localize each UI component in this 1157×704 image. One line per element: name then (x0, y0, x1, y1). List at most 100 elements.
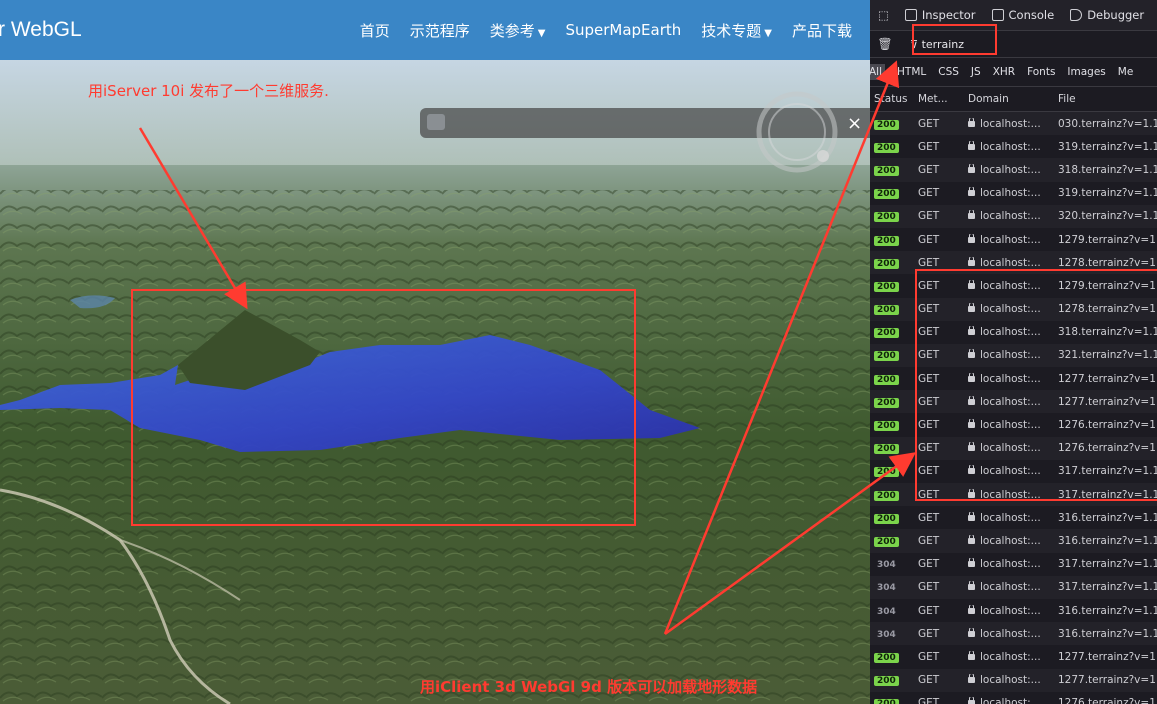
domain-cell: localhost:... (964, 511, 1054, 524)
lock-icon (968, 442, 975, 452)
table-row[interactable]: 200 GET localhost:... 1277.terrainz?v=1.163 (870, 645, 1157, 668)
table-row[interactable]: 200 GET localhost:... 316.terrainz?v=1.1638 (870, 529, 1157, 553)
table-row[interactable]: 200 GET localhost:... 1279.terrainz?v=1.16 (870, 274, 1157, 297)
tab-debugger[interactable]: Debugger (1062, 8, 1152, 22)
domain-text: localhost:... (980, 604, 1041, 617)
file-cell: 316.terrainz?v=1.1638 (1058, 534, 1157, 547)
file-cell: 1278.terrainz?v=1.163 (1058, 256, 1157, 269)
table-row[interactable]: 200 GET localhost:... 1277.terrainz?v=1.163 (870, 367, 1157, 390)
nav-item[interactable]: SuperMapEarth (565, 21, 681, 39)
table-row[interactable]: 200 GET localhost:... 318.terrainz?v=1.1638 (870, 158, 1157, 182)
column-domain[interactable]: Domain (964, 93, 1054, 105)
lock-icon (968, 117, 975, 127)
nav-item[interactable]: 产品下载 (792, 20, 852, 41)
table-row[interactable]: 200 GET localhost:... 1276.terrainz?v=1.163 (870, 436, 1157, 460)
status-badge: 200 (874, 699, 899, 704)
status-badge: 200 (874, 490, 899, 501)
nav-item-label: 产品下载 (791, 21, 852, 40)
file-cell: 1278.terrainz?v=1.16 (1058, 303, 1157, 316)
main-nav: 首页 示范程序 类参考 ▼ SuperMapEarth 技术专题 ▼ 产品下载 (360, 0, 852, 60)
table-row[interactable]: 200 GET localhost:... 1277.terrainz?v=1.163 (870, 390, 1157, 414)
table-row[interactable]: 200 GET localhost:... 317.terrainz?v=1.1638 (870, 483, 1157, 507)
domain-cell: localhost:... (964, 419, 1054, 431)
status-cell: 200 (870, 118, 914, 130)
type-filter-all[interactable]: All (870, 64, 886, 80)
domain-cell: localhost:... (964, 140, 1054, 153)
nav-item[interactable]: 首页 (360, 20, 390, 41)
brand-title[interactable]: r WebGL (0, 18, 82, 42)
status-badge: 200 (874, 119, 899, 130)
map-viewer[interactable] (0, 0, 870, 704)
compass-icon[interactable] (756, 91, 838, 173)
type-filter-images[interactable]: Images (1067, 66, 1105, 78)
status-cell: 200 (870, 419, 914, 432)
method-cell: GET (918, 349, 940, 362)
file-cell: 318.terrainz?v=1.1638 (1058, 326, 1157, 339)
file-cell: 1277.terrainz?v=1.163 (1058, 674, 1157, 687)
table-row[interactable]: 200 GET localhost:... 317.terrainz?v=1.1638 (870, 460, 1157, 483)
lock-icon (968, 488, 975, 498)
debugger-icon (1070, 9, 1083, 21)
nav-item[interactable]: 类参考 ▼ (490, 20, 546, 41)
status-cell: 200 (870, 303, 914, 316)
table-row[interactable]: 200 GET localhost:... 1277.terrainz?v=1.163 (870, 668, 1157, 692)
method-cell: GET (918, 303, 940, 316)
column-status[interactable]: Status (870, 93, 914, 105)
table-row[interactable]: 200 GET localhost:... 1276.terrainz?v=1.163 (870, 692, 1157, 704)
table-row[interactable]: 200 GET localhost:... 030.terrainz?v=1.1638 (870, 112, 1157, 136)
table-row[interactable]: 304 GET localhost:... 316.terrainz?v=1.1638 (870, 599, 1157, 622)
file-cell: 319.terrainz?v=1.1638 (1058, 187, 1157, 200)
lock-icon (968, 326, 975, 336)
table-row[interactable]: 304 GET localhost:... 316.terrainz?v=1.1638 (870, 622, 1157, 646)
table-row[interactable]: 304 GET localhost:... 317.terrainz?v=1.1638 (870, 575, 1157, 599)
table-row[interactable]: 200 GET localhost:... 1276.terrainz?v=1.163 (870, 413, 1157, 436)
nav-item[interactable]: 技术专题 ▼ (701, 20, 772, 41)
devtools-panel: ⬚ Inspector Console Debugger 🗑 ⊽ terrain… (870, 0, 1157, 704)
terrain-scene[interactable] (0, 0, 870, 704)
status-badge: 200 (874, 676, 899, 687)
type-filter-xhr[interactable]: XHR (993, 66, 1015, 78)
domain-cell: localhost:... (964, 372, 1054, 385)
domain-text: localhost:... (980, 372, 1041, 385)
status-cell: 200 (870, 373, 914, 385)
tab-inspector[interactable]: Inspector (897, 8, 984, 22)
layer-icon[interactable] (427, 114, 445, 130)
type-filter-js[interactable]: JS (971, 66, 981, 78)
table-row[interactable]: 200 GET localhost:... 1278.terrainz?v=1.163 (870, 251, 1157, 275)
type-filter-html[interactable]: HTML (897, 66, 926, 78)
method-cell: GET (918, 140, 940, 153)
status-cell: 200 (870, 280, 914, 292)
status-badge: 304 (877, 629, 896, 640)
table-row[interactable]: 200 GET localhost:... 316.terrainz?v=1.1638 (870, 506, 1157, 529)
domain-text: localhost:... (980, 349, 1041, 362)
nav-item[interactable]: 示范程序 (410, 20, 470, 41)
type-filter-fonts[interactable]: Fonts (1027, 66, 1055, 78)
column-file[interactable]: File (1054, 93, 1157, 105)
table-row[interactable]: 304 GET localhost:... 317.terrainz?v=1.1638 (870, 553, 1157, 576)
filter-icon: ⊽ (910, 37, 922, 51)
type-filter-me[interactable]: Me (1118, 66, 1134, 78)
domain-cell: localhost:... (964, 604, 1054, 617)
table-row[interactable]: 200 GET localhost:... 320.terrainz?v=1.1638 (870, 204, 1157, 228)
table-row[interactable]: 200 GET localhost:... 321.terrainz?v=1.1638 (870, 343, 1157, 368)
request-table-header: Status Met... Domain File (870, 87, 1157, 112)
table-row[interactable]: 200 GET localhost:... 1279.terrainz?v=1.163 (870, 228, 1157, 251)
column-method[interactable]: Met... (914, 93, 964, 105)
table-row[interactable]: 200 GET localhost:... 1278.terrainz?v=1.16 (870, 297, 1157, 321)
filter-input[interactable]: ⊽ terrainz (910, 38, 964, 51)
nav-item-label: 示范程序 (409, 21, 470, 40)
status-badge: 200 (874, 467, 899, 478)
type-filter-css[interactable]: CSS (938, 66, 959, 78)
pick-element-icon[interactable]: ⬚ (870, 8, 897, 22)
tab-console[interactable]: Console (984, 8, 1063, 22)
status-badge: 200 (874, 652, 899, 663)
status-badge: 200 (874, 444, 899, 455)
table-row[interactable]: 200 GET localhost:... 319.terrainz?v=1.1638 (870, 135, 1157, 158)
table-row[interactable]: 200 GET localhost:... 318.terrainz?v=1.1638 (870, 321, 1157, 344)
method-cell: GET (918, 627, 940, 640)
trash-icon[interactable]: 🗑 (870, 37, 900, 51)
method-cell: GET (918, 442, 940, 455)
lock-icon (968, 163, 975, 173)
close-button[interactable]: × (847, 113, 862, 134)
table-row[interactable]: 200 GET localhost:... 319.terrainz?v=1.1638 (870, 182, 1157, 205)
